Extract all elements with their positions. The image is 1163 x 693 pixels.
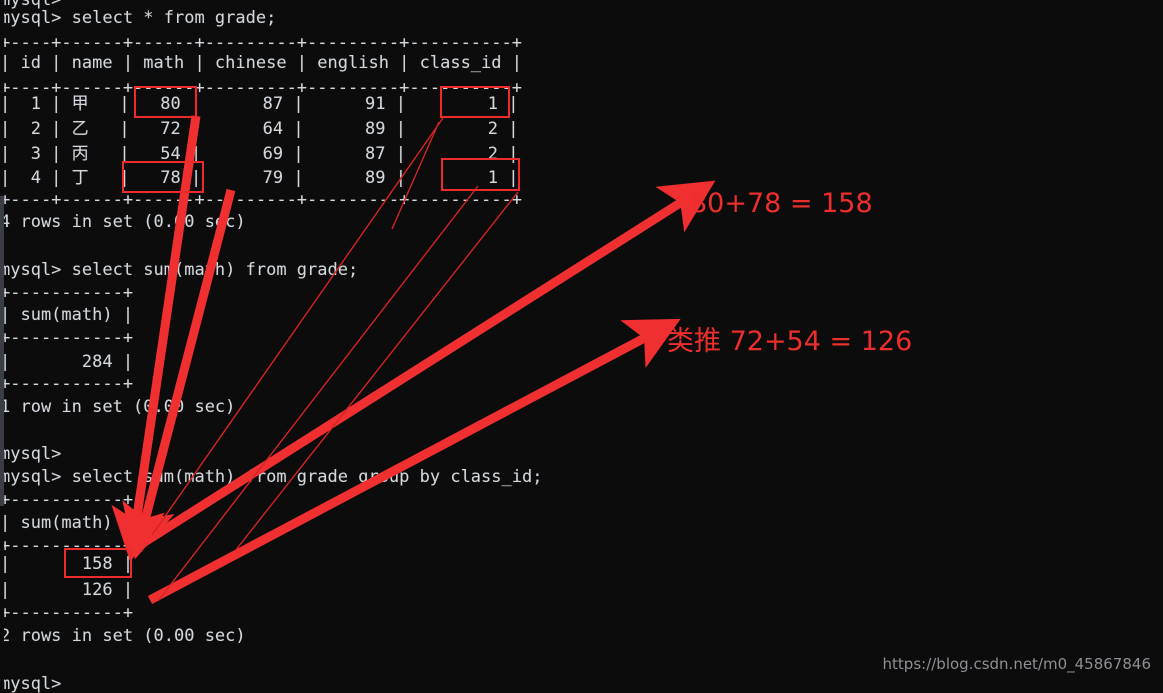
highlight-result-158 bbox=[64, 548, 132, 578]
terminal-line: | 2 | 乙 | 72 | 64 | 89 | 2 | bbox=[0, 119, 519, 139]
terminal-line: | id | name | math | chinese | english |… bbox=[0, 53, 522, 73]
scrollbar-thumb[interactable] bbox=[0, 196, 4, 506]
terminal-window: mysql> mysql> select * from grade; +----+-… bbox=[0, 0, 1163, 693]
terminal-line: | sum(math) | bbox=[0, 305, 134, 325]
highlight-classid-1-r1 bbox=[440, 86, 510, 118]
terminal-line: +-----------+ bbox=[0, 374, 134, 394]
terminal-line: mysql> select sum(math) from grade group… bbox=[0, 467, 543, 487]
highlight-classid-1-r4 bbox=[441, 158, 520, 191]
annotation-sum-class1: 80+78 = 158 bbox=[690, 188, 873, 219]
highlight-math-80 bbox=[134, 86, 197, 118]
terminal-line: mysql> bbox=[0, 444, 62, 464]
terminal-line: 2 rows in set (0.00 sec) bbox=[0, 626, 246, 646]
highlight-math-78 bbox=[122, 161, 204, 193]
terminal-line: mysql> select * from grade; bbox=[0, 8, 277, 28]
terminal-line: +-----------+ bbox=[0, 328, 134, 348]
terminal-line: +-----------+ bbox=[0, 603, 134, 623]
terminal-line: +-----------+ bbox=[0, 490, 134, 510]
terminal-line: 1 row in set (0.00 sec) bbox=[0, 397, 236, 417]
annotation-sum-class2: 类推 72+54 = 126 bbox=[667, 326, 913, 357]
terminal-line: | 126 | bbox=[0, 580, 134, 600]
terminal-line: | sum(math) | bbox=[0, 513, 134, 533]
terminal-line: mysql> bbox=[0, 674, 62, 693]
watermark-url: https://blog.csdn.net/m0_45867846 bbox=[882, 655, 1151, 673]
terminal-line: mysql> select sum(math) from grade; bbox=[0, 260, 359, 280]
terminal-line: 4 rows in set (0.00 sec) bbox=[0, 212, 246, 232]
